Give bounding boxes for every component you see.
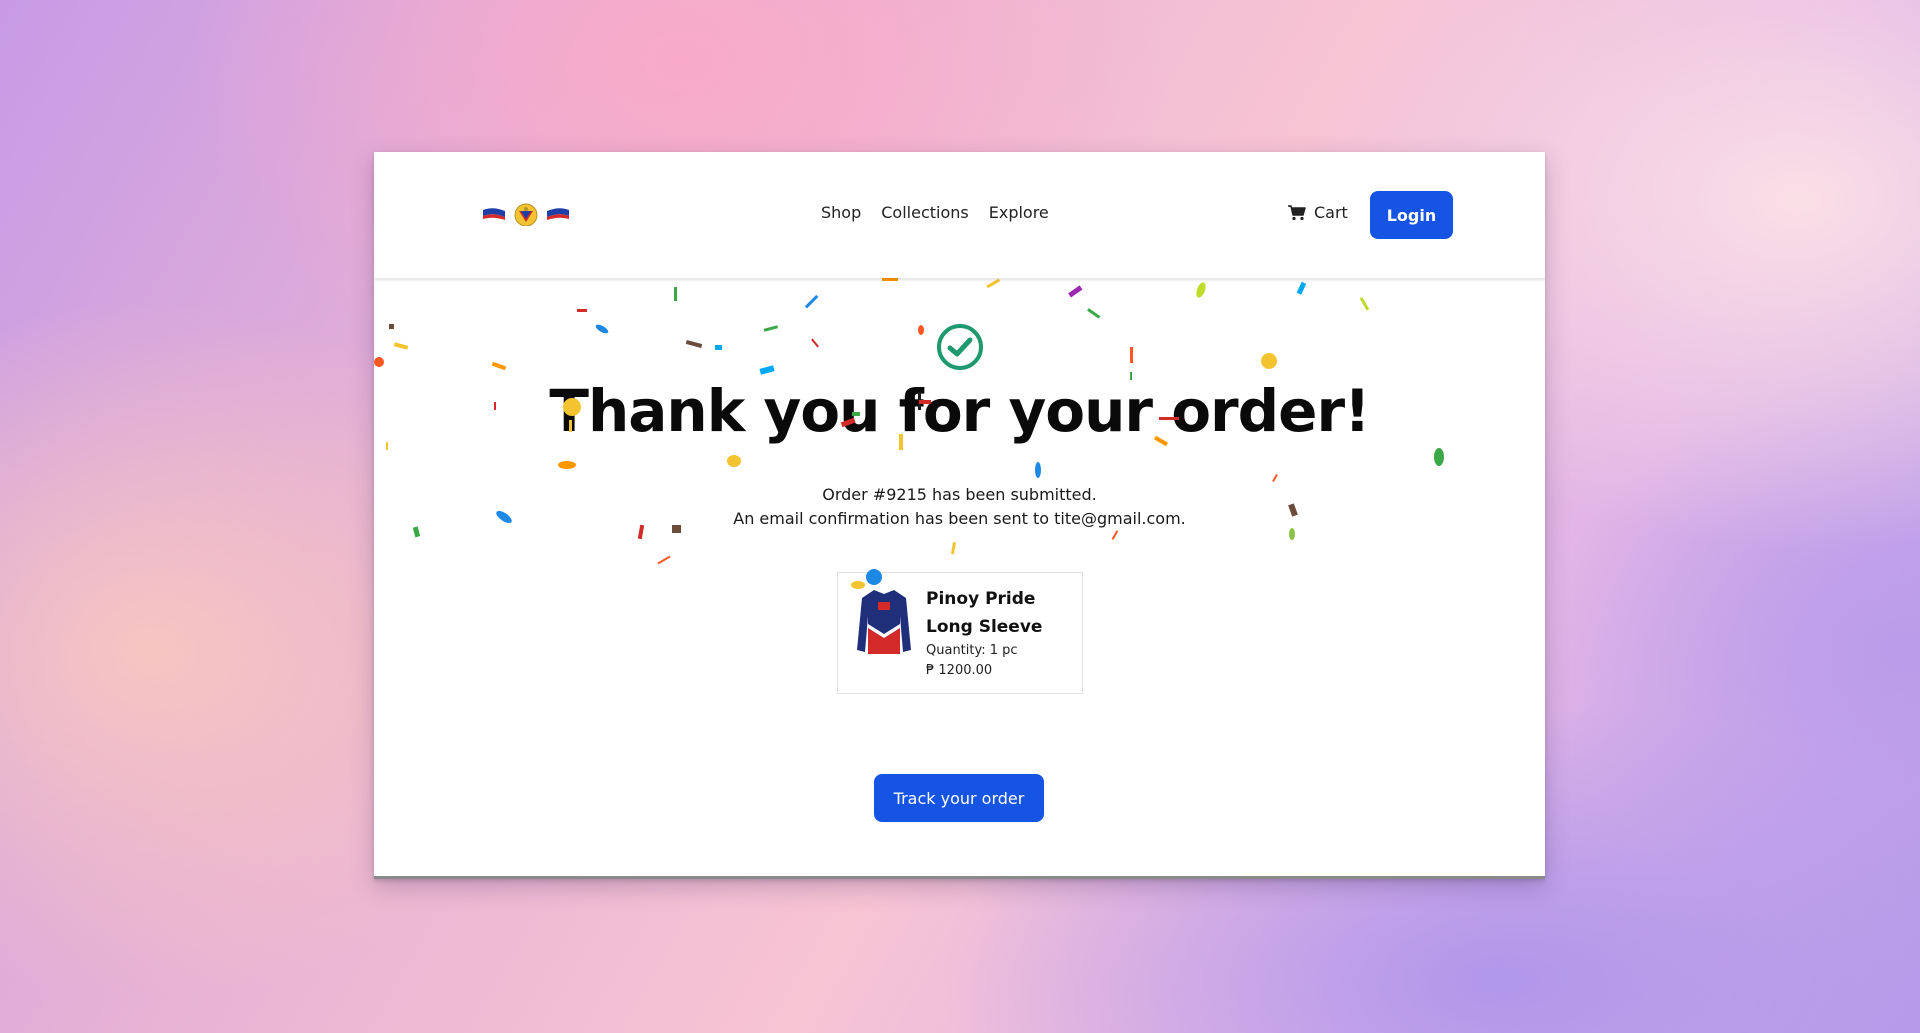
- check-circle-icon: [937, 324, 983, 370]
- email-confirmation-text: An email confirmation has been sent to t…: [733, 509, 1186, 528]
- page-title: Thank you for your order!: [549, 377, 1370, 445]
- product-price: ₱ 1200.00: [926, 663, 993, 678]
- nav-link-explore[interactable]: Explore: [989, 203, 1049, 222]
- product-name: Pinoy Pride Long Sleeve: [926, 589, 1043, 637]
- cart-icon: [1288, 204, 1306, 220]
- nav-links: Shop Collections Explore: [821, 203, 1049, 222]
- navbar: Shop Collections Explore Cart Login: [374, 152, 1545, 278]
- track-order-button[interactable]: Track your order: [874, 774, 1044, 822]
- product-quantity: Quantity: 1 pc: [926, 643, 1018, 658]
- browser-window: Shop Collections Explore Cart Login Than…: [374, 152, 1545, 879]
- login-button[interactable]: Login: [1370, 191, 1453, 239]
- nav-link-shop[interactable]: Shop: [821, 203, 861, 222]
- order-item-card: Pinoy Pride Long Sleeve Quantity: 1 pc ₱…: [837, 572, 1083, 694]
- logo[interactable]: [481, 202, 571, 226]
- cart-link[interactable]: Cart: [1288, 203, 1348, 222]
- cart-label: Cart: [1314, 203, 1348, 222]
- product-image: [857, 590, 911, 654]
- nav-link-collections[interactable]: Collections: [881, 203, 968, 222]
- order-number-text: Order #9215 has been submitted.: [822, 485, 1097, 504]
